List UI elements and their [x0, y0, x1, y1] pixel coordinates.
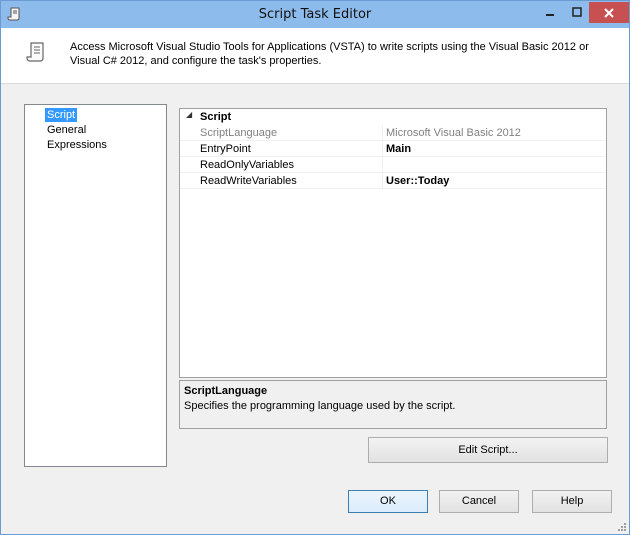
description-text: Specifies the programming language used … [184, 400, 456, 412]
property-row-scriptlanguage[interactable]: ScriptLanguage Microsoft Visual Basic 20… [180, 125, 606, 141]
help-button[interactable]: Help [532, 490, 612, 513]
script-task-editor-window: Script Task Editor Access Microsoft Visu… [0, 0, 630, 535]
property-row-readonlyvariables[interactable]: ReadOnlyVariables [180, 157, 606, 173]
nav-item-expressions[interactable]: Expressions [45, 138, 109, 152]
close-icon [604, 7, 614, 18]
property-name: ReadOnlyVariables [200, 159, 294, 171]
window-title: Script Task Editor [258, 7, 372, 22]
title-bar[interactable]: Script Task Editor [1, 1, 629, 28]
resize-grip-icon[interactable] [615, 520, 627, 532]
column-divider [382, 125, 383, 141]
property-row-readwritevariables[interactable]: ReadWriteVariables User::Today [180, 173, 606, 189]
column-divider [382, 173, 383, 189]
property-value[interactable]: User::Today [386, 175, 601, 187]
column-divider [382, 141, 383, 157]
ok-button[interactable]: OK [348, 490, 428, 513]
nav-item-script[interactable]: Script [45, 108, 78, 122]
property-value[interactable]: Microsoft Visual Basic 2012 [386, 127, 601, 139]
close-button[interactable] [589, 2, 629, 23]
property-category-script[interactable]: ◢ Script [180, 109, 606, 125]
nav-list: Script General Expressions [24, 104, 167, 467]
description-title: ScriptLanguage [184, 385, 268, 397]
property-row-entrypoint[interactable]: EntryPoint Main [180, 141, 606, 157]
column-divider [382, 157, 383, 173]
nav-item-general[interactable]: General [45, 123, 88, 137]
property-value[interactable]: Main [386, 143, 601, 155]
property-grid: ◢ Script ScriptLanguage Microsoft Visual… [179, 108, 607, 378]
minimize-button[interactable] [536, 2, 563, 22]
maximize-button[interactable] [563, 2, 590, 22]
header-banner: Access Microsoft Visual Studio Tools for… [1, 28, 629, 84]
minimize-icon [545, 14, 554, 16]
property-description-panel: ScriptLanguage Specifies the programming… [179, 380, 607, 429]
script-scroll-icon [26, 42, 44, 62]
property-name: EntryPoint [200, 143, 251, 155]
category-label: Script [200, 111, 232, 123]
collapse-triangle-icon[interactable]: ◢ [186, 110, 192, 119]
edit-script-button[interactable]: Edit Script... [368, 437, 608, 463]
property-name: ScriptLanguage [200, 127, 278, 139]
maximize-icon [571, 7, 582, 17]
header-description: Access Microsoft Visual Studio Tools for… [70, 41, 589, 67]
property-name: ReadWriteVariables [200, 175, 297, 187]
cancel-button[interactable]: Cancel [439, 490, 519, 513]
